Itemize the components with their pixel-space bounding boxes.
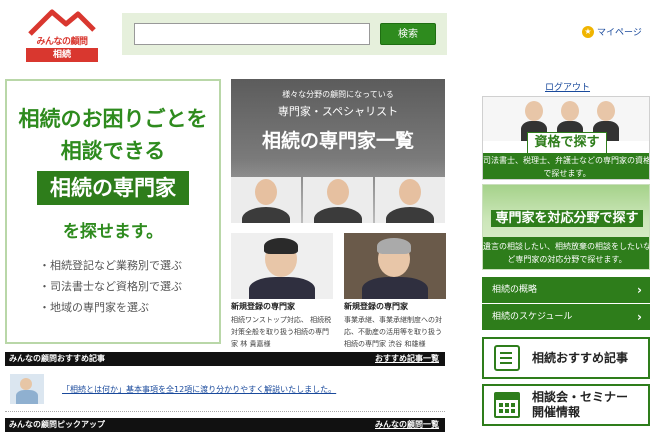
recommended-section-header: みんなの顧問おすすめ記事 おすすめ記事一覧 bbox=[5, 352, 445, 366]
star-icon: ★ bbox=[582, 25, 594, 38]
site-logo[interactable]: みんなの顧問 相続 bbox=[26, 8, 98, 62]
divider bbox=[5, 411, 445, 412]
recommended-articles-button[interactable]: 相続おすすめ記事 bbox=[482, 337, 650, 379]
search-by-field-banner[interactable]: 専門家を対応分野で探す 遺言の相談したい、相続放棄の相談をしたいなど専門家の対応… bbox=[482, 184, 650, 270]
search-input[interactable] bbox=[134, 23, 370, 45]
seminar-label-line-2: 開催情報 bbox=[532, 405, 581, 419]
expert-photo bbox=[375, 177, 445, 223]
search-button[interactable]: 検索 bbox=[380, 23, 436, 45]
hero-list-item: ・地域の専門家を選ぶ bbox=[39, 301, 149, 314]
hero-list-item: ・相続登記など業務別で選ぶ bbox=[39, 259, 182, 272]
seminar-label-line-1: 相談会・セミナー bbox=[532, 390, 629, 404]
banner-photos bbox=[231, 177, 445, 223]
expert-card-title: 新規登録の専門家 bbox=[231, 302, 295, 311]
menu-item-inheritance-schedule[interactable]: 相続のスケジュール › bbox=[482, 304, 650, 330]
logo-sub: 相続 bbox=[26, 48, 98, 62]
article-thumbnail bbox=[10, 374, 44, 404]
menu-item-label: 相続のスケジュール bbox=[492, 312, 573, 322]
hero-line-4: を探せます。 bbox=[62, 222, 164, 242]
expert-photo bbox=[231, 177, 301, 223]
hero-banner[interactable]: 相続のお困りごとを 相談できる 相続の専門家 を探せます。 ・相続登記など業務別… bbox=[5, 79, 221, 344]
logo-text: みんなの顧問 bbox=[36, 37, 88, 47]
list-item[interactable]: 「相続とは何か」基本事項を全12項に渡り分かりやすく解説いたしました。 bbox=[10, 374, 336, 404]
expert-photo bbox=[231, 233, 333, 299]
expert-card-desc: 事業承継、事業承継制度への対応、不動産の活用等を取り扱う相続の専門家 渋谷 和雄… bbox=[344, 316, 442, 348]
article-link[interactable]: 「相続とは何か」基本事項を全12項に渡り分かりやすく解説いたしました。 bbox=[62, 384, 336, 395]
hero-line-2: 相談できる bbox=[60, 139, 166, 163]
calendar-icon bbox=[494, 392, 520, 418]
qualification-title: 資格で探す bbox=[483, 131, 649, 154]
recommended-list-link[interactable]: おすすめ記事一覧 bbox=[375, 352, 439, 366]
pickup-section-header: みんなの顧問ピックアップ みんなの顧問一覧 bbox=[5, 418, 445, 432]
mypage-label: マイページ bbox=[597, 28, 642, 38]
banner-title: 相続の専門家一覧 bbox=[261, 130, 414, 152]
hero-highlight: 相続の専門家 bbox=[37, 171, 189, 205]
section-title: みんなの顧問ピックアップ bbox=[9, 420, 105, 429]
expert-card-title: 新規登録の専門家 bbox=[344, 302, 408, 311]
search-by-qualification-banner[interactable]: 資格で探す 司法書士、税理士、弁護士などの専門家の資格で探せます。 bbox=[482, 96, 650, 180]
edit-icon bbox=[494, 345, 520, 371]
pickup-list-link[interactable]: みんなの顧問一覧 bbox=[375, 418, 439, 432]
field-title: 専門家を対応分野で探す bbox=[483, 207, 649, 227]
field-desc: 遺言の相談したい、相続放棄の相談をしたいなど専門家の対応分野で探せます。 bbox=[483, 237, 649, 269]
expert-card-desc: 相続ワンストップ対応、 相続税対策全般を取り扱う相続の専門家 林 貴嘉様 bbox=[231, 316, 332, 348]
expert-photo bbox=[344, 233, 446, 299]
chevron-right-icon: › bbox=[637, 283, 642, 297]
expert-card[interactable]: 新規登録の専門家 事業承継、事業承継制度への対応、不動産の活用等を取り扱う相続の… bbox=[344, 233, 446, 350]
hero-line-1: 相続のお困りごとを bbox=[18, 107, 208, 131]
section-title: みんなの顧問おすすめ記事 bbox=[9, 354, 105, 363]
search-area: 検索 bbox=[122, 13, 447, 55]
seminar-info-button[interactable]: 相談会・セミナー 開催情報 bbox=[482, 384, 650, 426]
hero-list: ・相続登記など業務別で選ぶ ・司法書士など資格別で選ぶ ・地域の専門家を選ぶ bbox=[39, 255, 182, 318]
banner-subtitle: 様々な分野の顧問になっている bbox=[282, 90, 394, 99]
banner-spec: 専門家・スペシャリスト bbox=[277, 105, 399, 118]
expert-photo bbox=[303, 177, 373, 223]
chevron-right-icon: › bbox=[637, 310, 642, 324]
recommended-articles-label: 相続おすすめ記事 bbox=[532, 350, 629, 365]
logout-link[interactable]: ログアウト bbox=[545, 80, 590, 93]
qualification-desc: 司法書士、税理士、弁護士などの専門家の資格で探せます。 bbox=[483, 153, 649, 179]
menu-item-label: 相続の概略 bbox=[492, 285, 538, 295]
seminar-label: 相談会・セミナー 開催情報 bbox=[532, 390, 628, 420]
expert-list-banner[interactable]: 様々な分野の顧問になっている 専門家・スペシャリスト 相続の専門家一覧 bbox=[231, 79, 445, 223]
mypage-link[interactable]: ★ マイページ bbox=[582, 25, 642, 38]
menu-item-inheritance-overview[interactable]: 相続の概略 › bbox=[482, 277, 650, 303]
expert-card[interactable]: 新規登録の専門家 相続ワンストップ対応、 相続税対策全般を取り扱う相続の専門家 … bbox=[231, 233, 333, 350]
hero-list-item: ・司法書士など資格別で選ぶ bbox=[39, 280, 182, 293]
